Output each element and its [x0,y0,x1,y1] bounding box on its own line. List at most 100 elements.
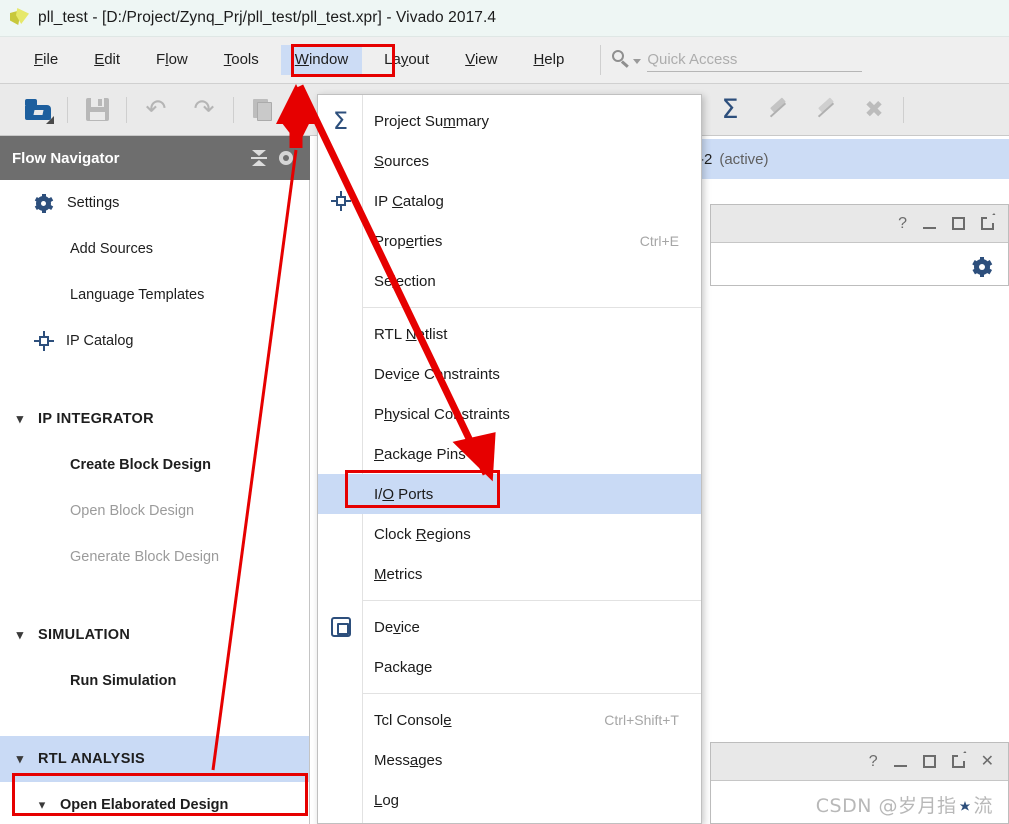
sidebar-item-settings[interactable]: Settings [0,180,309,226]
top-pane-header: ? [711,205,1008,243]
disabled-tool-1[interactable] [754,90,802,130]
pencil-slash-icon [815,96,837,121]
menu-item-physical-constraints[interactable]: Physical Constraints [318,394,701,434]
quick-access-input[interactable]: Quick Access [647,51,863,72]
folder-open-icon [25,99,54,124]
chevron-down-icon: ▾ [38,797,46,812]
maximize-icon[interactable] [922,755,936,768]
menu-item-sources[interactable]: Sources [318,141,701,181]
sidebar-item-label: Generate Block Design [70,549,220,565]
sidebar-item-label: Settings [67,195,120,211]
flow-navigator-header: Flow Navigator [0,136,310,180]
watermark-star-icon [957,799,972,814]
menu-item-log[interactable]: Log [318,780,701,820]
sidebar-item-open-block-design[interactable]: Open Block Design [0,488,309,534]
menu-tools[interactable]: Tools [210,45,273,76]
pane-settings-gear-icon[interactable] [972,257,992,277]
sidebar-section-simulation[interactable]: ▾ SIMULATION [0,612,309,658]
help-icon[interactable]: ? [898,215,907,232]
vivado-window: pll_test - [D:/Project/Zynq_Prj/pll_test… [0,0,1009,824]
bottom-pane-header: ? ✕ [711,743,1008,781]
menu-item-reports[interactable]: Reports [318,820,701,823]
sidebar-item-open-elaborated-design[interactable]: ▾ Open Elaborated Design [0,782,309,824]
sidebar-section-label: IP INTEGRATOR [38,411,154,427]
sidebar-item-language-templates[interactable]: Language Templates [0,272,309,318]
menu-flow[interactable]: Flow [142,45,202,76]
menu-item-metrics[interactable]: Metrics [318,554,701,594]
menu-item-label: Messages [374,751,443,769]
watermark-suffix: 流 [973,795,993,817]
minimize-icon[interactable] [893,765,907,767]
project-summary-button[interactable]: Σ [706,90,754,130]
sidebar-item-ip-catalog[interactable]: IP Catalog [0,318,309,364]
active-design-status: (active) [719,150,769,168]
sidebar-item-add-sources[interactable]: Add Sources [0,226,309,272]
menu-layout[interactable]: Layout [370,45,443,76]
csdn-watermark: CSDN @岁月指流 [816,791,993,818]
toolbar-divider [233,96,234,123]
sidebar-item-create-block-design[interactable]: Create Block Design [0,442,309,488]
menu-view[interactable]: View [451,45,511,76]
menu-item-label: Clock Regions [374,525,471,543]
collapse-all-icon[interactable] [248,148,270,168]
sidebar-item-run-simulation[interactable]: Run Simulation [0,658,309,704]
redo-arrow-icon: ↷ [193,95,215,123]
copy-button[interactable] [239,90,287,130]
menu-item-package-pins[interactable]: Package Pins [318,434,701,474]
active-design-row: -2 (active) [699,139,1009,179]
minimize-icon[interactable] [923,227,936,229]
float-icon[interactable] [951,753,966,768]
toolbar-divider [67,96,68,123]
menu-item-properties[interactable]: Properties Ctrl+E [318,221,701,261]
vivado-logo-icon [8,7,30,29]
gear-icon [34,193,53,213]
menu-item-shortcut: Ctrl+E [639,233,679,249]
menu-item-clock-regions[interactable]: Clock Regions [318,514,701,554]
disabled-tool-2[interactable] [802,90,850,130]
quick-access-area[interactable]: Quick Access [611,49,1009,72]
sidebar-item-label: Run Simulation [70,673,177,689]
sidebar-section-rtl-analysis[interactable]: ▾ RTL ANALYSIS [0,736,309,782]
menu-edit[interactable]: Edit [80,45,134,76]
menu-bar: File Edit Flow Tools Window Layout View … [0,37,1009,84]
menu-help[interactable]: Help [519,45,578,76]
menu-separator [363,693,701,694]
float-icon[interactable] [981,215,995,230]
menu-item-selection[interactable]: Selection [318,261,701,301]
settings-gear-icon[interactable] [276,148,298,168]
undo-button[interactable]: ↶ [132,90,180,130]
watermark-prefix: CSDN @岁月指 [815,795,957,817]
menu-item-project-summary[interactable]: Σ Project Summary [318,101,701,141]
menu-item-io-ports[interactable]: I/O Ports [318,474,701,514]
menu-item-device-constraints[interactable]: Device Constraints [318,354,701,394]
menu-window[interactable]: Window [280,44,363,76]
window-title: pll_test - [D:/Project/Zynq_Prj/pll_test… [38,9,497,26]
menu-item-messages[interactable]: Messages [318,740,701,780]
menu-item-label: Physical Constraints [374,405,510,423]
menu-item-tcl-console[interactable]: Tcl Console Ctrl+Shift+T [318,700,701,740]
menu-separator [363,307,701,308]
maximize-icon[interactable] [952,217,965,230]
title-bar: pll_test - [D:/Project/Zynq_Prj/pll_test… [0,0,1009,37]
disabled-tool-3[interactable]: ✖ [850,90,898,130]
menu-item-package[interactable]: Package [318,647,701,687]
menu-view-label: iew [474,50,498,68]
ip-chip-icon [330,191,351,211]
help-icon[interactable]: ? [869,753,878,770]
save-button[interactable] [73,90,121,130]
menu-item-label: Package Pins [374,445,466,463]
sidebar-item-label: Add Sources [70,241,154,257]
menu-item-device[interactable]: Device [318,607,701,647]
close-icon[interactable]: ✕ [981,753,994,770]
sidebar-item-label: Open Block Design [70,503,195,519]
sidebar-item-generate-block-design[interactable]: Generate Block Design [0,534,309,580]
sidebar-section-ip-integrator[interactable]: ▾ IP INTEGRATOR [0,396,309,442]
menu-window-label: indow [308,50,349,68]
open-project-button[interactable] [14,90,62,130]
menu-item-ip-catalog[interactable]: IP Catalog [318,181,701,221]
sidebar-item-label: IP Catalog [66,333,134,349]
menu-file-label: ile [43,50,59,68]
redo-button[interactable]: ↷ [180,90,228,130]
menu-file[interactable]: File [20,45,72,76]
menu-item-rtl-netlist[interactable]: RTL Netlist [318,314,701,354]
